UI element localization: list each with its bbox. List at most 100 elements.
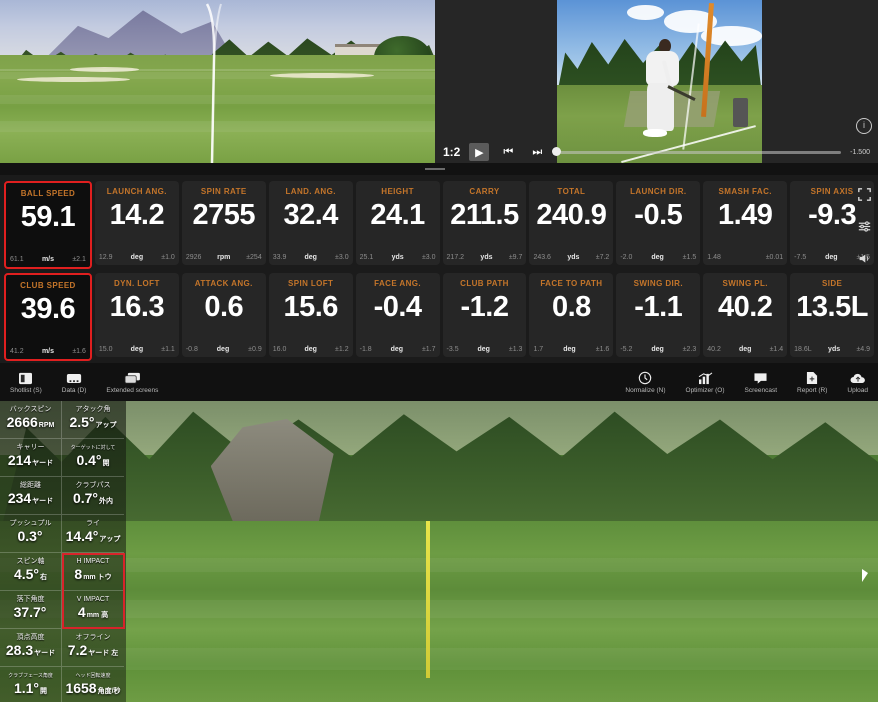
metric-deviation: ±3.0 xyxy=(335,254,349,261)
toolbar-button-report[interactable]: Report (R) xyxy=(797,370,827,394)
toolbar-button-shotlist[interactable]: Shotlist (S) xyxy=(10,370,42,394)
jp-metric-push-pull[interactable]: プッシュプル 0.3° xyxy=(0,515,62,553)
data-icon xyxy=(66,370,82,385)
cloud xyxy=(626,4,664,20)
jp-metric-label: プッシュプル xyxy=(9,520,52,527)
jp-metric-apex-height[interactable]: 頂点高度 28.3ヤード xyxy=(0,629,62,667)
metric-min: -5.2 xyxy=(620,346,633,353)
metric-tile-land-ang[interactable]: LAND. ANG. 32.4 33.9 deg ±3.0 xyxy=(268,181,353,265)
metric-footer: 40.2 deg ±1.4 xyxy=(703,346,787,353)
metric-tile-face-to-path[interactable]: FACE TO PATH 0.8 1.7 deg ±1.6 xyxy=(529,273,614,357)
metric-tile-spin-rate[interactable]: SPIN RATE 2755 2926 rpm ±254 xyxy=(181,181,266,265)
next-frame-icon[interactable]: ⏭ xyxy=(527,143,547,161)
toolbar-button-optimizer[interactable]: Optimizer (O) xyxy=(686,370,725,394)
golf-launch-monitor-screen: i 1:2 ▶ ⏮ ⏭ -1.500 BALL SPEED 59.1 61.1 … xyxy=(0,0,878,702)
jp-metric-club-face-angle[interactable]: クラブフェース角度 1.1°開 xyxy=(0,667,62,702)
metric-unit: deg xyxy=(130,254,144,261)
jp-metric-offline[interactable]: オフライン 7.2ヤード 左 xyxy=(62,629,124,667)
metric-title: SPIN LOFT xyxy=(287,279,334,288)
jp-metric-club-path[interactable]: クラブパス 0.7°外内 xyxy=(62,477,124,515)
metric-unit: yds xyxy=(391,254,404,261)
metric-unit: deg xyxy=(651,346,664,353)
metric-footer: 2926 rpm ±254 xyxy=(182,254,266,261)
metric-tile-side[interactable]: SIDE 13.5L 18.6L yds ±4.9 xyxy=(790,273,875,357)
metric-min: 41.2 xyxy=(10,348,24,355)
toolbar-button-screencast[interactable]: Screencast xyxy=(745,370,777,394)
metric-tile-launch-dir[interactable]: LAUNCH DIR. -0.5 -2.0 deg ±1.5 xyxy=(616,181,701,265)
metric-value: -1.1 xyxy=(634,291,683,323)
metric-tile-smash-fac[interactable]: SMASH FAC. 1.49 1.48 ±0.01 xyxy=(703,181,788,265)
metric-title: FACE TO PATH xyxy=(540,279,603,288)
normalize-icon xyxy=(638,370,652,385)
jp-metric-unit: mm 高 xyxy=(86,612,109,619)
metric-value: 240.9 xyxy=(536,199,607,231)
metric-unit: deg xyxy=(304,346,317,353)
metric-value: 211.5 xyxy=(450,199,519,231)
metric-tile-swing-pl[interactable]: SWING PL. 40.2 40.2 deg ±1.4 xyxy=(703,273,788,357)
jp-metric-face-to-target[interactable]: ターゲットに対して 0.4°開 xyxy=(62,439,124,477)
metric-tile-launch-ang[interactable]: LAUNCH ANG. 14.2 12.9 deg ±1.0 xyxy=(94,181,179,265)
metric-tile-attack-ang[interactable]: ATTACK ANG. 0.6 -0.8 deg ±0.9 xyxy=(181,273,266,357)
metric-tile-club-path[interactable]: CLUB PATH -1.2 -3.5 deg ±1.3 xyxy=(442,273,527,357)
metric-unit: yds xyxy=(480,254,493,261)
metric-tile-ball-speed[interactable]: BALL SPEED 59.1 61.1 m/s ±2.1 xyxy=(4,181,92,269)
jp-metric-unit: ヤード 左 xyxy=(88,650,119,657)
jp-metric-v-impact[interactable]: V IMPACT 4mm 高 xyxy=(62,591,124,629)
metric-tile-carry[interactable]: CARRY 211.5 217.2 yds ±9.7 xyxy=(442,181,527,265)
jp-metric-descent-angle[interactable]: 落下角度 37.7° xyxy=(0,591,62,629)
toolbar-button-normalize[interactable]: Normalize (N) xyxy=(625,370,666,394)
metric-min: -3.5 xyxy=(446,346,459,353)
playback-speed-label[interactable]: 1:2 xyxy=(443,145,460,159)
jp-metric-attack-angle[interactable]: アタック角 2.5°アップ xyxy=(62,401,124,439)
jp-metric-h-impact[interactable]: H IMPACT 8mm トウ xyxy=(62,553,124,591)
video-area: i 1:2 ▶ ⏮ ⏭ -1.500 xyxy=(0,0,878,175)
settings-sliders-icon[interactable] xyxy=(858,220,871,233)
panel-resize-handle[interactable] xyxy=(425,168,445,170)
metric-value: 0.8 xyxy=(551,291,591,323)
timeline-scrubber[interactable] xyxy=(552,147,842,156)
jp-metric-lie[interactable]: ライ 14.4°アップ xyxy=(62,515,124,553)
metric-tile-club-speed[interactable]: CLUB SPEED 39.6 41.2 m/s ±1.6 xyxy=(4,273,92,361)
jp-metric-backspin[interactable]: バックスピン 2666RPM xyxy=(0,401,62,439)
metric-min: 1.48 xyxy=(707,254,721,261)
metric-deviation: ±1.4 xyxy=(769,346,784,353)
jp-metric-unit: 右 xyxy=(40,574,48,581)
metric-tile-swing-dir[interactable]: SWING DIR. -1.1 -5.2 deg ±2.3 xyxy=(616,273,701,357)
fullscreen-icon[interactable] xyxy=(857,187,871,201)
metric-footer: 18.6L yds ±4.9 xyxy=(790,346,874,353)
jp-metric-unit: ヤード xyxy=(32,460,54,467)
metric-tile-total[interactable]: TOTAL 240.9 243.6 yds ±7.2 xyxy=(529,181,614,265)
jp-metric-carry[interactable]: キャリー 214ヤード xyxy=(0,439,62,477)
jp-metric-total-distance[interactable]: 総距離 234ヤード xyxy=(0,477,62,515)
extended-screens-icon xyxy=(124,370,141,385)
metric-value: 14.2 xyxy=(109,199,165,231)
toolbar-button-extended-screens[interactable]: Extended screens xyxy=(106,370,158,394)
jp-metric-label: クラブフェース角度 xyxy=(8,673,53,679)
metric-tile-dyn-loft[interactable]: DYN. LOFT 16.3 15.0 deg ±1.1 xyxy=(94,273,179,357)
timeline-handle[interactable] xyxy=(552,147,562,156)
jp-metric-spin-axis[interactable]: スピン軸 4.5°右 xyxy=(0,553,62,591)
previous-frame-icon[interactable]: ⏮ xyxy=(498,143,518,161)
jp-metric-label: バックスピン xyxy=(9,406,52,413)
metric-tile-height[interactable]: HEIGHT 24.1 25.1 yds ±3.0 xyxy=(355,181,440,265)
mow-stripe xyxy=(0,647,878,670)
metric-value: 15.6 xyxy=(283,291,338,323)
metric-unit: yds xyxy=(828,346,841,353)
toolbar-button-data[interactable]: Data (D) xyxy=(61,370,87,394)
jp-metric-unit: 外内 xyxy=(99,498,114,505)
jp-metric-unit: 開 xyxy=(102,460,110,467)
play-icon[interactable]: ▶ xyxy=(469,143,490,161)
metric-tile-face-ang[interactable]: FACE ANG. -0.4 -1.8 deg ±1.7 xyxy=(355,273,440,357)
info-icon[interactable]: i xyxy=(856,118,872,134)
metric-title: FACE ANG. xyxy=(374,279,422,288)
simulator-screen[interactable]: バックスピン 2666RPM アタック角 2.5°アップ キャリー 214ヤード… xyxy=(0,401,878,702)
jp-metric-head-rotation-speed[interactable]: ヘッド回転速度 1658角度/秒 xyxy=(62,667,124,702)
metric-tile-spin-loft[interactable]: SPIN LOFT 15.6 16.0 deg ±1.2 xyxy=(268,273,353,357)
metric-title: SPIN RATE xyxy=(200,187,247,196)
simulator-course-view[interactable] xyxy=(0,0,435,163)
jp-metric-label: クラブパス xyxy=(75,482,111,489)
volume-icon[interactable] xyxy=(858,252,871,265)
toolbar-label: Data (D) xyxy=(61,387,87,394)
upload-icon xyxy=(850,370,866,385)
toolbar-button-upload[interactable]: Upload xyxy=(847,370,868,394)
